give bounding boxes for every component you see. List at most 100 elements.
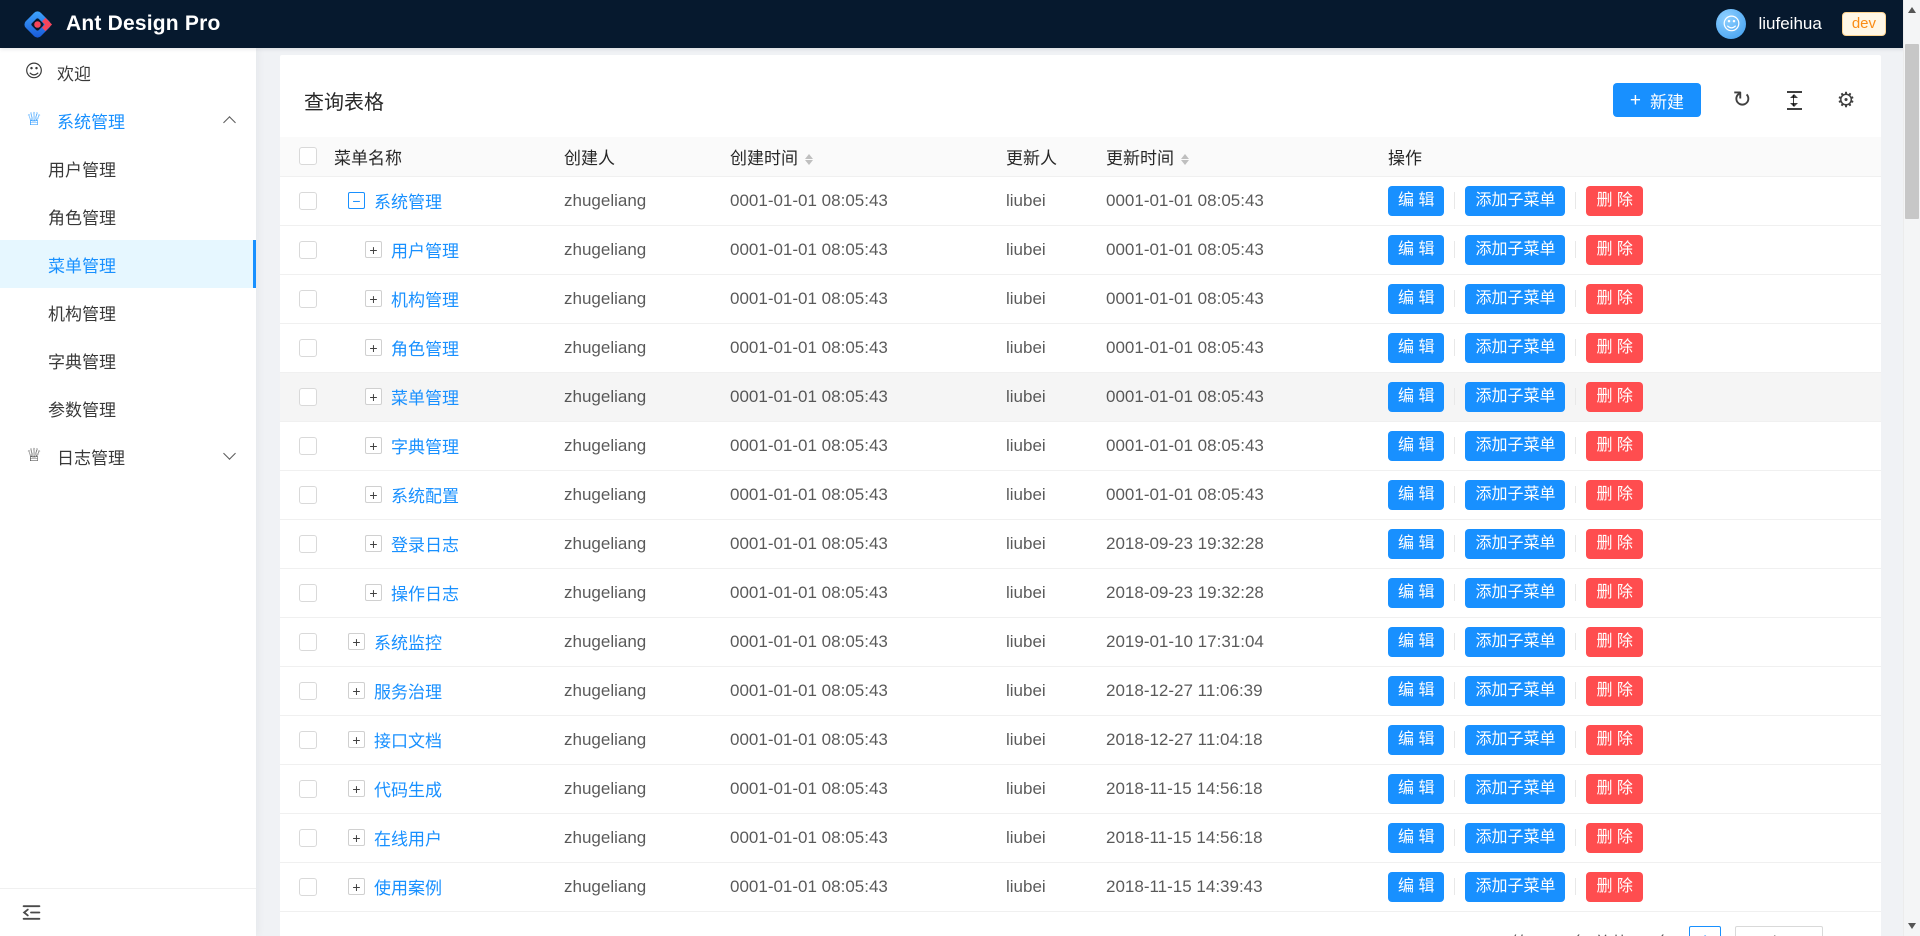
new-button[interactable]: + 新建 xyxy=(1613,83,1701,117)
expand-row-icon[interactable]: + xyxy=(365,535,382,552)
edit-button[interactable]: 编 辑 xyxy=(1388,725,1444,755)
edit-button[interactable]: 编 辑 xyxy=(1388,284,1444,314)
add-child-menu-button[interactable]: 添加子菜单 xyxy=(1465,480,1565,510)
row-checkbox[interactable] xyxy=(299,388,317,406)
add-child-menu-button[interactable]: 添加子菜单 xyxy=(1465,186,1565,216)
edit-button[interactable]: 编 辑 xyxy=(1388,627,1444,657)
add-child-menu-button[interactable]: 添加子菜单 xyxy=(1465,578,1565,608)
user-name[interactable]: liufeihua xyxy=(1758,14,1821,34)
expand-row-icon[interactable]: + xyxy=(365,486,382,503)
edit-button[interactable]: 编 辑 xyxy=(1388,823,1444,853)
row-checkbox[interactable] xyxy=(299,290,317,308)
expand-row-icon[interactable]: + xyxy=(348,633,365,650)
menu-name-link[interactable]: 角色管理 xyxy=(391,335,459,360)
delete-button[interactable]: 删 除 xyxy=(1586,676,1642,706)
delete-button[interactable]: 删 除 xyxy=(1586,333,1642,363)
delete-button[interactable]: 删 除 xyxy=(1586,186,1642,216)
expand-row-icon[interactable]: + xyxy=(365,584,382,601)
menu-fold-icon[interactable] xyxy=(22,903,41,922)
edit-button[interactable]: 编 辑 xyxy=(1388,676,1444,706)
edit-button[interactable]: 编 辑 xyxy=(1388,578,1444,608)
reload-icon[interactable]: ↻ xyxy=(1731,89,1753,111)
add-child-menu-button[interactable]: 添加子菜单 xyxy=(1465,284,1565,314)
add-child-menu-button[interactable]: 添加子菜单 xyxy=(1465,676,1565,706)
brand[interactable]: Ant Design Pro xyxy=(0,9,220,40)
sort-carets-icon[interactable] xyxy=(1181,154,1189,166)
scroll-up-arrow-icon[interactable] xyxy=(1908,7,1916,13)
edit-button[interactable]: 编 辑 xyxy=(1388,235,1444,265)
add-child-menu-button[interactable]: 添加子菜单 xyxy=(1465,627,1565,657)
density-icon[interactable] xyxy=(1783,89,1805,111)
scrollbar-thumb[interactable] xyxy=(1905,44,1919,219)
vertical-scrollbar[interactable] xyxy=(1903,0,1920,936)
menu-name-link[interactable]: 使用案例 xyxy=(374,874,442,899)
edit-button[interactable]: 编 辑 xyxy=(1388,529,1444,559)
row-checkbox[interactable] xyxy=(299,633,317,651)
expand-row-icon[interactable]: + xyxy=(348,878,365,895)
delete-button[interactable]: 删 除 xyxy=(1586,823,1642,853)
delete-button[interactable]: 删 除 xyxy=(1586,480,1642,510)
expand-row-icon[interactable]: + xyxy=(365,388,382,405)
menu-name-link[interactable]: 在线用户 xyxy=(374,825,442,850)
avatar[interactable]: ☺ xyxy=(1716,9,1746,39)
expand-row-icon[interactable]: + xyxy=(348,829,365,846)
row-checkbox[interactable] xyxy=(299,192,317,210)
expand-row-icon[interactable]: + xyxy=(365,241,382,258)
delete-button[interactable]: 删 除 xyxy=(1586,284,1642,314)
pagination-page-1[interactable]: 1 xyxy=(1689,926,1721,936)
row-checkbox[interactable] xyxy=(299,535,317,553)
delete-button[interactable]: 删 除 xyxy=(1586,725,1642,755)
delete-button[interactable]: 删 除 xyxy=(1586,382,1642,412)
menu-name-link[interactable]: 操作日志 xyxy=(391,580,459,605)
add-child-menu-button[interactable]: 添加子菜单 xyxy=(1465,823,1565,853)
edit-button[interactable]: 编 辑 xyxy=(1388,872,1444,902)
delete-button[interactable]: 删 除 xyxy=(1586,872,1642,902)
menu-name-link[interactable]: 菜单管理 xyxy=(391,384,459,409)
sidebar-item-welcome[interactable]: ☺ 欢迎 xyxy=(0,48,256,96)
column-header-updated[interactable]: 更新时间 xyxy=(1098,137,1374,176)
sidebar-item-param-mgmt[interactable]: 参数管理 xyxy=(0,384,256,432)
collapse-row-icon[interactable]: − xyxy=(348,192,365,209)
select-all-checkbox[interactable] xyxy=(299,147,317,165)
menu-name-link[interactable]: 系统监控 xyxy=(374,629,442,654)
row-checkbox[interactable] xyxy=(299,584,317,602)
row-checkbox[interactable] xyxy=(299,731,317,749)
delete-button[interactable]: 删 除 xyxy=(1586,627,1642,657)
delete-button[interactable]: 删 除 xyxy=(1586,431,1642,461)
row-checkbox[interactable] xyxy=(299,829,317,847)
sidebar-item-dict-mgmt[interactable]: 字典管理 xyxy=(0,336,256,384)
add-child-menu-button[interactable]: 添加子菜单 xyxy=(1465,774,1565,804)
expand-row-icon[interactable]: + xyxy=(365,339,382,356)
row-checkbox[interactable] xyxy=(299,241,317,259)
sidebar-item-menu-mgmt[interactable]: 菜单管理 xyxy=(0,240,256,288)
edit-button[interactable]: 编 辑 xyxy=(1388,774,1444,804)
row-checkbox[interactable] xyxy=(299,780,317,798)
edit-button[interactable]: 编 辑 xyxy=(1388,382,1444,412)
edit-button[interactable]: 编 辑 xyxy=(1388,186,1444,216)
expand-row-icon[interactable]: + xyxy=(348,731,365,748)
menu-name-link[interactable]: 系统管理 xyxy=(374,188,442,213)
add-child-menu-button[interactable]: 添加子菜单 xyxy=(1465,333,1565,363)
page-size-select[interactable]: 15 条/页 xyxy=(1735,926,1823,936)
expand-row-icon[interactable]: + xyxy=(348,780,365,797)
delete-button[interactable]: 删 除 xyxy=(1586,235,1642,265)
delete-button[interactable]: 删 除 xyxy=(1586,774,1642,804)
expand-row-icon[interactable]: + xyxy=(365,290,382,307)
delete-button[interactable]: 删 除 xyxy=(1586,529,1642,559)
add-child-menu-button[interactable]: 添加子菜单 xyxy=(1465,725,1565,755)
menu-name-link[interactable]: 登录日志 xyxy=(391,531,459,556)
edit-button[interactable]: 编 辑 xyxy=(1388,333,1444,363)
add-child-menu-button[interactable]: 添加子菜单 xyxy=(1465,872,1565,902)
sidebar-item-user-mgmt[interactable]: 用户管理 xyxy=(0,144,256,192)
column-setting-icon[interactable]: ⚙ xyxy=(1835,89,1857,111)
row-checkbox[interactable] xyxy=(299,486,317,504)
menu-name-link[interactable]: 系统配置 xyxy=(391,482,459,507)
expand-row-icon[interactable]: + xyxy=(348,682,365,699)
sidebar-item-role-mgmt[interactable]: 角色管理 xyxy=(0,192,256,240)
add-child-menu-button[interactable]: 添加子菜单 xyxy=(1465,382,1565,412)
add-child-menu-button[interactable]: 添加子菜单 xyxy=(1465,529,1565,559)
edit-button[interactable]: 编 辑 xyxy=(1388,480,1444,510)
row-checkbox[interactable] xyxy=(299,878,317,896)
column-header-created[interactable]: 创建时间 xyxy=(722,137,998,176)
expand-row-icon[interactable]: + xyxy=(365,437,382,454)
